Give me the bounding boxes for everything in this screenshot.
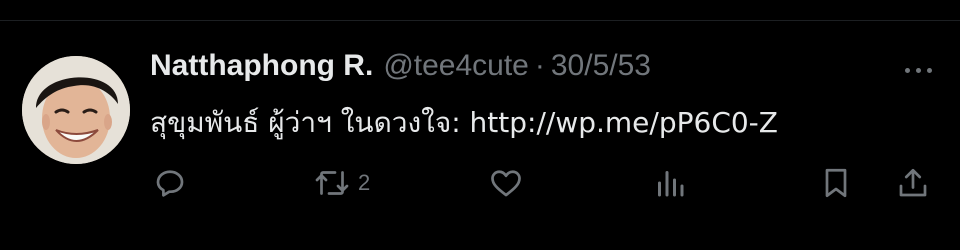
- tweet[interactable]: Natthaphong R. @tee4cute · 30/5/53 สุขุม…: [0, 21, 960, 250]
- heart-icon: [488, 165, 524, 201]
- display-name[interactable]: Natthaphong R.: [150, 49, 373, 83]
- share-button[interactable]: [895, 161, 931, 205]
- reply-icon: [152, 165, 188, 201]
- action-bar: 2: [0, 161, 960, 205]
- tweet-header: Natthaphong R. @tee4cute · 30/5/53: [150, 49, 651, 89]
- bookmark-icon: [818, 165, 854, 201]
- handle[interactable]: @tee4cute: [383, 49, 529, 83]
- like-button[interactable]: [488, 161, 530, 205]
- bookmark-button[interactable]: [818, 161, 854, 205]
- more-dot-icon: [904, 67, 910, 73]
- retweet-button[interactable]: 2: [312, 161, 370, 205]
- avatar[interactable]: [22, 56, 130, 164]
- share-icon: [895, 165, 931, 201]
- tweet-date[interactable]: 30/5/53: [551, 49, 651, 83]
- views-button[interactable]: [652, 161, 694, 205]
- retweet-icon: [312, 165, 352, 201]
- tweet-text: สุขุมพันธ์ ผู้ว่าฯ ในดวงใจ: http://wp.me…: [150, 106, 778, 139]
- header-separator: ·: [534, 49, 545, 82]
- more-dot-icon: [926, 67, 932, 73]
- reply-button[interactable]: [152, 161, 194, 205]
- retweet-count: 2: [358, 170, 371, 195]
- more-dot-icon: [915, 67, 921, 73]
- views-icon: [652, 165, 688, 201]
- more-options-button[interactable]: [895, 63, 941, 77]
